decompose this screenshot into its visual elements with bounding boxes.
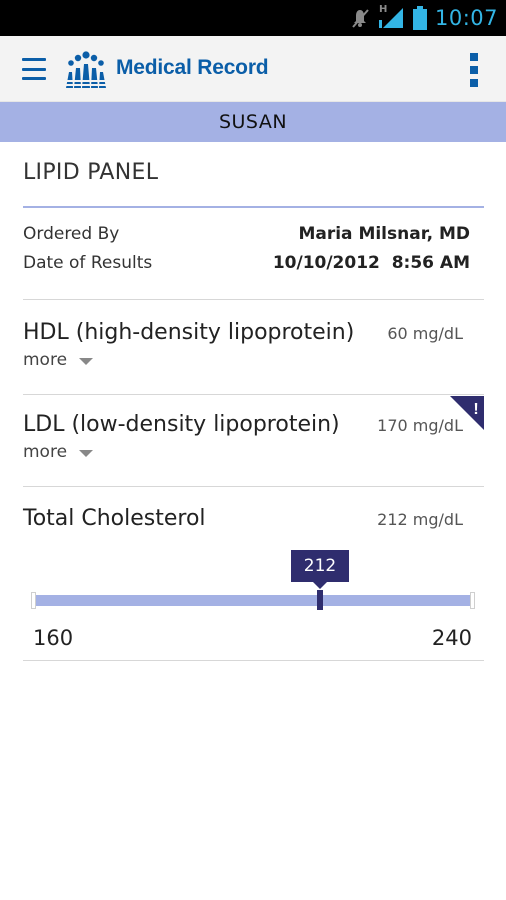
- range-start-cap: [31, 592, 36, 609]
- status-time: 10:07: [434, 6, 498, 30]
- range-value-bubble: 212: [291, 550, 349, 589]
- more-label: more: [23, 350, 68, 370]
- chevron-down-icon: [79, 449, 94, 457]
- range-max-label: 240: [431, 626, 472, 650]
- hdl-result-value: 60 mg/dL: [387, 324, 463, 343]
- app-title: Medical Record: [116, 56, 269, 79]
- more-label: more: [23, 442, 68, 462]
- hdl-result-name: HDL (high-density lipoprotein): [23, 320, 355, 345]
- alert-flag-symbol: !: [473, 401, 478, 418]
- divider: [23, 394, 484, 395]
- app-bar: Medical Record: [0, 36, 506, 102]
- battery-icon: [412, 6, 427, 30]
- chevron-down-icon: [79, 357, 94, 365]
- signal-icon: H: [378, 4, 405, 30]
- divider: [23, 486, 484, 487]
- status-icons: H 10:07: [351, 0, 498, 36]
- date-of-results-value: 10/10/2012 8:56 AM: [272, 253, 470, 273]
- divider: [23, 660, 484, 661]
- ldl-more-toggle[interactable]: more: [23, 442, 94, 462]
- ldl-result-value: 170 mg/dL: [377, 416, 463, 435]
- range-marker: [317, 590, 323, 610]
- ordered-by-label: Ordered By: [23, 224, 120, 244]
- total-cholesterol-value: 212 mg/dL: [377, 510, 463, 529]
- patient-banner: SUSAN: [0, 102, 506, 142]
- mute-icon: [351, 7, 371, 29]
- status-bar: H 10:07: [0, 0, 506, 36]
- date-of-results-row: Date of Results 10/10/2012 8:56 AM: [23, 253, 470, 273]
- ordered-by-row: Ordered By Maria Milsnar, MD: [23, 224, 470, 244]
- range-track: [34, 595, 474, 606]
- overflow-menu-icon[interactable]: [468, 53, 480, 87]
- ordered-by-value: Maria Milsnar, MD: [298, 224, 470, 244]
- hdl-more-toggle[interactable]: more: [23, 350, 94, 370]
- logo-icon: [63, 51, 109, 88]
- patient-name: SUSAN: [218, 111, 288, 133]
- title-divider: [23, 206, 484, 208]
- date-of-results-label: Date of Results: [23, 253, 153, 273]
- hamburger-menu-icon[interactable]: [22, 58, 46, 80]
- ldl-result-name: LDL (low-density lipoprotein): [23, 412, 340, 437]
- panel-title: LIPID PANEL: [23, 160, 159, 185]
- network-type-label: H: [378, 4, 388, 15]
- divider: [23, 299, 484, 300]
- range-end-cap: [470, 592, 475, 609]
- total-cholesterol-name: Total Cholesterol: [23, 506, 206, 531]
- range-min-label: 160: [33, 626, 74, 650]
